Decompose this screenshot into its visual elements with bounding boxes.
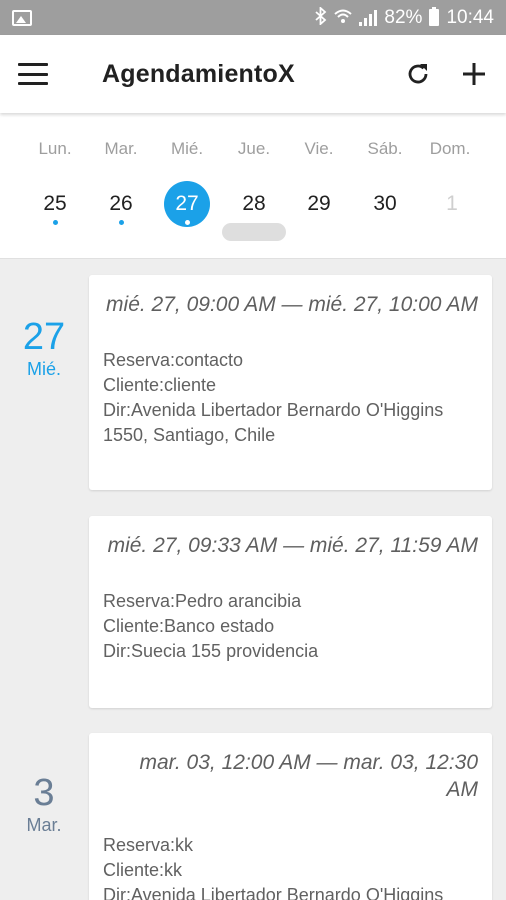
appointment-time: mié. 27, 09:33 AM — mié. 27, 11:59 AM: [107, 534, 478, 557]
refresh-icon[interactable]: [404, 60, 432, 88]
appointment-card[interactable]: mié. 27, 09:00 AM — mié. 27, 10:00 AM Re…: [89, 275, 492, 490]
date-group-weekday: Mié.: [26, 359, 61, 379]
status-right: 82% 10:44: [315, 5, 494, 29]
day-name-wed: Mié.: [170, 139, 204, 158]
appointment-card[interactable]: mar. 03, 12:00 AM — mar. 03, 12:30 AM Re…: [89, 733, 492, 900]
date-group-header: 3 Mar.: [0, 774, 88, 836]
day-name-sun: Dom.: [429, 139, 471, 158]
appointment-details: Reserva:Pedro arancibia Cliente:Banco es…: [103, 589, 478, 664]
gallery-notification-icon: [12, 9, 32, 26]
day-cell[interactable]: 28: [231, 181, 277, 227]
agenda-list: 27 Mié. mié. 27, 09:00 AM — mié. 27, 10:…: [0, 259, 506, 900]
appointment-time: mié. 27, 09:00 AM — mié. 27, 10:00 AM: [106, 293, 478, 316]
day-number: 27: [175, 192, 199, 215]
day-cell[interactable]: 26: [98, 181, 144, 227]
day-number: 30: [373, 192, 397, 215]
appointment-direccion: Dir:Avenida Libertador Bernardo O'Higgin…: [103, 400, 444, 445]
day-cell[interactable]: 1: [429, 181, 475, 227]
battery-icon: [429, 7, 440, 26]
appointment-cliente: Cliente:Banco estado: [103, 616, 275, 636]
appointment-direccion: Dir:Suecia 155 providencia: [103, 641, 319, 661]
appointment-card[interactable]: mié. 27, 09:33 AM — mié. 27, 11:59 AM Re…: [89, 516, 492, 708]
appointment-details: Reserva:contacto Cliente:cliente Dir:Ave…: [103, 348, 478, 448]
day-name-mon: Lun.: [38, 139, 72, 158]
day-cell[interactable]: 25: [32, 181, 78, 227]
appointment-reserva: Reserva:contacto: [103, 350, 244, 370]
date-group-weekday: Mar.: [26, 815, 62, 835]
day-name-sat: Sáb.: [367, 139, 403, 158]
day-number: 26: [109, 192, 133, 215]
wifi-icon: [334, 8, 353, 28]
appointment-reserva: Reserva:kk: [103, 835, 194, 855]
status-bar: 82% 10:44: [0, 0, 506, 35]
calendar-expand-handle[interactable]: [222, 223, 286, 241]
menu-icon[interactable]: [18, 63, 48, 85]
appointment-time: mar. 03, 12:00 AM — mar. 03, 12:30 AM: [139, 751, 479, 801]
day-cell-selected[interactable]: 27: [164, 181, 210, 227]
app-title: AgendamientoX: [102, 59, 295, 88]
day-name-fri: Vie.: [304, 139, 334, 158]
appointment-cliente: Cliente:cliente: [103, 375, 217, 395]
week-strip: Lun. Mar. Mié. Jue. Vie. Sáb. Dom. 25 26…: [0, 113, 506, 259]
appointment-details: Reserva:kk Cliente:kk Dir:Avenida Libert…: [103, 833, 478, 900]
day-cell[interactable]: 30: [362, 181, 408, 227]
app-actions: [404, 60, 488, 88]
status-left: [12, 9, 32, 26]
appointment-reserva: Reserva:Pedro arancibia: [103, 591, 302, 611]
day-name-thu: Jue.: [237, 139, 271, 158]
day-cell[interactable]: 29: [296, 181, 342, 227]
add-icon[interactable]: [460, 60, 488, 88]
bluetooth-icon: [315, 5, 327, 29]
date-group-day-number: 3: [33, 772, 55, 814]
event-indicator-dot: [184, 220, 190, 225]
event-indicator-dot: [52, 220, 58, 225]
status-time: 10:44: [446, 6, 494, 28]
event-indicator-dot: [118, 220, 124, 225]
appointment-cliente: Cliente:kk: [103, 860, 183, 880]
day-number: 29: [307, 192, 331, 215]
day-number: 1: [446, 192, 458, 215]
day-number: 25: [43, 192, 67, 215]
battery-percent: 82%: [384, 6, 423, 28]
date-group-header: 27 Mié.: [0, 318, 88, 380]
day-number: 28: [242, 192, 266, 215]
day-name-tue: Mar.: [104, 139, 138, 158]
appointment-direccion: Dir:Avenida Libertador Bernardo O'Higgin…: [103, 885, 444, 900]
signal-icon: [359, 9, 378, 26]
date-group-day-number: 27: [22, 316, 66, 358]
app-bar: AgendamientoX: [0, 35, 506, 113]
